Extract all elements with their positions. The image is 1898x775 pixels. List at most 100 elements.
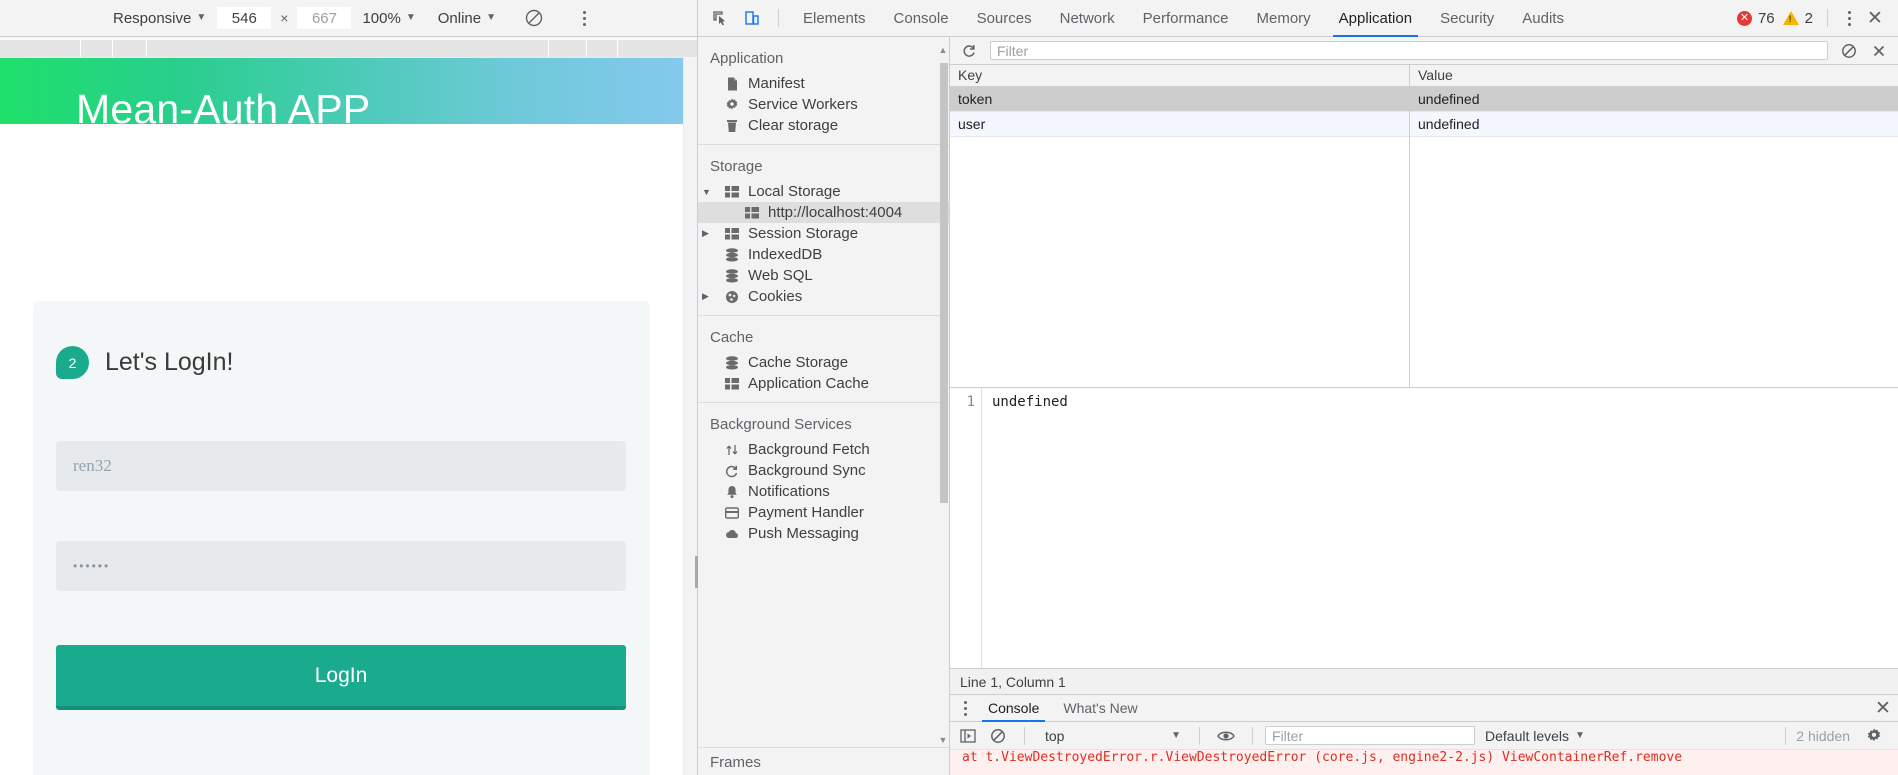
tab-audits[interactable]: Audits xyxy=(1508,0,1578,37)
cell-key[interactable]: token xyxy=(950,86,1410,112)
zoom-select[interactable]: 100% ▼ xyxy=(351,10,426,27)
sidebar-item-label: Manifest xyxy=(748,75,805,92)
viewport-height-input[interactable]: 667 xyxy=(297,7,352,29)
chevron-right-icon[interactable]: ▶ xyxy=(702,291,712,302)
sidebar-item-notifications[interactable]: Notifications xyxy=(698,481,949,502)
toggle-device-toolbar-icon[interactable] xyxy=(736,4,768,32)
tab-performance[interactable]: Performance xyxy=(1129,0,1243,37)
chevron-down-icon: ▼ xyxy=(1171,729,1181,741)
console-drawer: Console What's New ✕ top ▼ Filter Defaul… xyxy=(950,694,1898,775)
throttle-icon[interactable] xyxy=(523,7,545,29)
sidebar-item-label: Service Workers xyxy=(748,96,858,113)
device-more-options-icon[interactable] xyxy=(573,5,595,31)
sidebar-item-cache-storage[interactable]: Cache Storage xyxy=(698,352,949,373)
cell-value[interactable]: undefined xyxy=(1410,87,1898,112)
table-body: token undefined user undefined xyxy=(950,86,1898,387)
clear-console-icon[interactable] xyxy=(984,725,1012,747)
device-preset-label: Responsive xyxy=(112,9,192,27)
sidebar-item-manifest[interactable]: Manifest xyxy=(698,73,949,94)
sidebar-item-label: Web SQL xyxy=(748,267,813,284)
sidebar-item-session-storage[interactable]: ▶ Session Storage xyxy=(698,223,949,244)
tab-memory[interactable]: Memory xyxy=(1243,0,1325,37)
sidebar-item-indexeddb[interactable]: IndexedDB xyxy=(698,244,949,265)
refresh-icon[interactable] xyxy=(956,40,982,62)
tab-network[interactable]: Network xyxy=(1046,0,1129,37)
scroll-down-icon[interactable]: ▼ xyxy=(937,735,949,745)
preview-code-editor[interactable]: 1 undefined xyxy=(950,388,1898,668)
sidebar-item-background-sync[interactable]: Background Sync xyxy=(698,460,949,481)
counter-divider xyxy=(1827,9,1828,27)
live-expression-icon[interactable] xyxy=(1212,725,1240,747)
tab-sources[interactable]: Sources xyxy=(963,0,1046,37)
sidebar-item-payment-handler[interactable]: Payment Handler xyxy=(698,502,949,523)
clear-all-icon[interactable] xyxy=(1836,40,1862,62)
cell-key[interactable]: user xyxy=(950,111,1410,137)
login-button[interactable]: LogIn xyxy=(56,645,626,710)
sidebar-item-clear-storage[interactable]: Clear storage xyxy=(698,115,949,136)
table-row[interactable]: token undefined xyxy=(950,86,1898,112)
warning-counter[interactable]: 2 xyxy=(1779,10,1817,27)
sidebar-section-background-services: Background Services xyxy=(710,416,852,433)
show-console-sidebar-icon[interactable] xyxy=(954,725,982,747)
delete-selected-icon[interactable] xyxy=(1866,40,1892,62)
sidebar-item-label: Background Sync xyxy=(748,462,866,479)
sidebar-item-push-messaging[interactable]: Push Messaging xyxy=(698,523,949,544)
console-context-label: top xyxy=(1045,727,1065,744)
app-header: Mean-Auth APP xyxy=(0,58,683,124)
table-header-row: Key Value xyxy=(950,65,1898,87)
scrollbar-thumb[interactable] xyxy=(940,63,948,503)
line-number: 1 xyxy=(950,388,982,668)
sidebar-item-localhost-origin[interactable]: http://localhost:4004 xyxy=(698,202,949,223)
cell-value[interactable]: undefined xyxy=(1410,112,1898,137)
viewport-width-input[interactable]: 546 xyxy=(217,7,272,29)
sidebar-section-frames[interactable]: Frames xyxy=(698,747,949,775)
document-icon xyxy=(724,76,740,92)
console-message-list[interactable]: at t.ViewDestroyedError.r.ViewDestroyedE… xyxy=(950,749,1898,775)
network-throttle-select[interactable]: Online ▼ xyxy=(427,10,507,27)
sidebar-item-cookies[interactable]: ▶ Cookies xyxy=(698,286,949,307)
sidebar-item-application-cache[interactable]: Application Cache xyxy=(698,373,949,394)
step-badge: 2 xyxy=(56,346,89,379)
scroll-up-icon[interactable]: ▲ xyxy=(937,45,949,55)
chevron-down-icon[interactable]: ▼ xyxy=(702,187,712,197)
storage-filter-input[interactable]: Filter xyxy=(990,41,1828,60)
console-levels-select[interactable]: Default levels ▼ xyxy=(1477,728,1593,744)
console-context-select[interactable]: top ▼ xyxy=(1037,725,1187,746)
column-header-key[interactable]: Key xyxy=(950,65,1410,86)
viewport-ruler xyxy=(0,37,697,57)
drawer-tab-whats-new[interactable]: What's New xyxy=(1051,695,1149,722)
sidebar-item-local-storage[interactable]: ▼ Local Storage xyxy=(698,181,949,202)
sidebar-scrollbar[interactable]: ▲ ▼ xyxy=(939,45,949,745)
chevron-right-icon[interactable]: ▶ xyxy=(702,228,712,239)
column-header-value[interactable]: Value xyxy=(1410,65,1898,86)
gear-icon[interactable] xyxy=(1860,725,1888,747)
tab-security[interactable]: Security xyxy=(1426,0,1508,37)
sidebar-item-web-sql[interactable]: Web SQL xyxy=(698,265,949,286)
drawer-more-options-icon[interactable] xyxy=(954,695,976,722)
sidebar-item-service-workers[interactable]: Service Workers xyxy=(698,94,949,115)
tab-console[interactable]: Console xyxy=(880,0,963,37)
login-card: 2 Let's LogIn! ren32 •••••• LogIn xyxy=(33,301,650,775)
sidebar-section-application: Application xyxy=(710,50,784,67)
table-icon xyxy=(724,226,740,242)
tab-application[interactable]: Application xyxy=(1325,0,1426,37)
sidebar-section-storage: Storage xyxy=(710,158,763,175)
warning-icon xyxy=(1782,11,1799,25)
error-counter[interactable]: ✕ 76 xyxy=(1733,10,1779,27)
devtools-close-icon[interactable]: ✕ xyxy=(1860,3,1890,33)
drawer-tab-console[interactable]: Console xyxy=(976,695,1051,722)
network-throttle-label: Online xyxy=(437,9,482,27)
device-preset-select[interactable]: Responsive ▼ xyxy=(102,10,217,27)
sidebar-item-background-fetch[interactable]: Background Fetch xyxy=(698,439,949,460)
sidebar-item-label: Push Messaging xyxy=(748,525,859,542)
password-input[interactable]: •••••• xyxy=(56,541,626,591)
username-input[interactable]: ren32 xyxy=(56,441,626,491)
console-error-message: at t.ViewDestroyedError.r.ViewDestroyedE… xyxy=(962,750,1683,765)
devtools-more-options-icon[interactable] xyxy=(1838,5,1860,31)
devtools-tabbar: Elements Console Sources Network Perform… xyxy=(698,0,1898,37)
inspect-element-icon[interactable] xyxy=(704,4,736,32)
console-filter-input[interactable]: Filter xyxy=(1265,726,1475,745)
table-row[interactable]: user undefined xyxy=(950,111,1898,137)
tab-elements[interactable]: Elements xyxy=(789,0,880,37)
drawer-close-icon[interactable]: ✕ xyxy=(1868,693,1898,723)
